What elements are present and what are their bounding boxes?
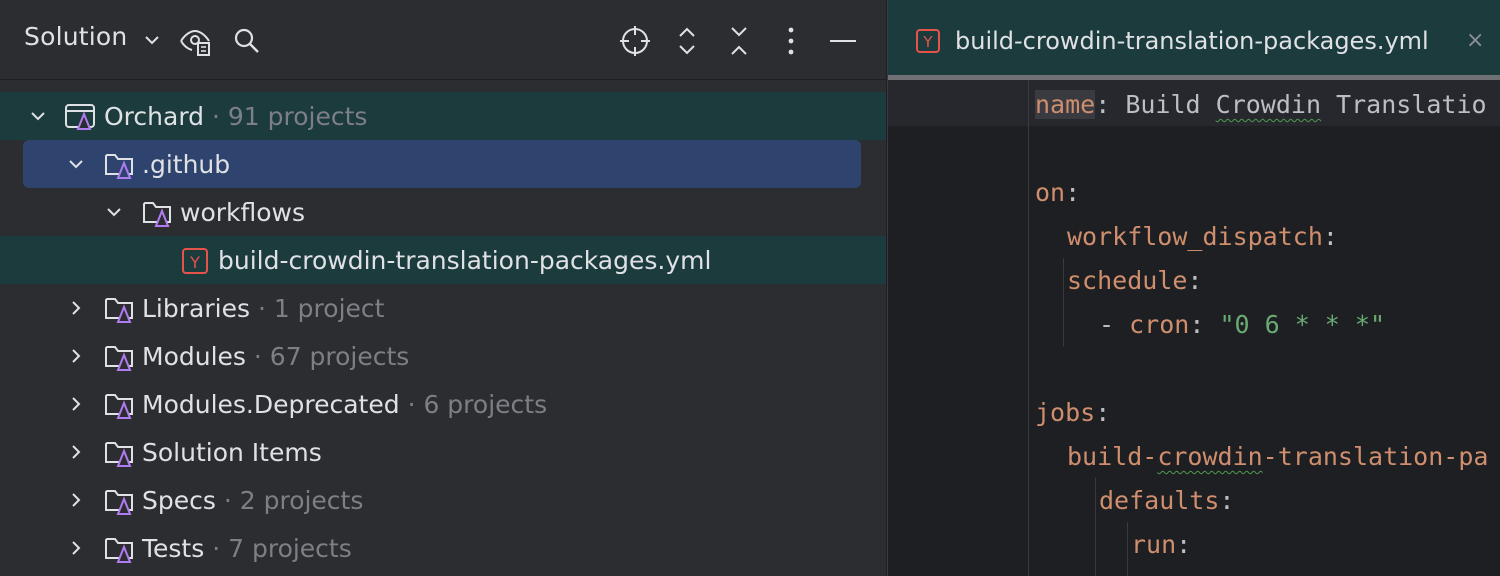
tree-item-solution-items[interactable]: Solution Items (0, 428, 886, 476)
chevron-right-icon[interactable] (66, 346, 86, 366)
code-line-11: run: (1131, 530, 1192, 559)
hide-panel-icon[interactable] (826, 24, 860, 58)
solution-icon (65, 104, 95, 130)
chevron-right-icon[interactable] (66, 298, 86, 318)
tree-item-orchard[interactable]: Orchard · 91 projects (0, 92, 886, 140)
editor-tab-bar: Y build-crowdin-translation-packages.yml… (888, 0, 1500, 80)
yaml-file-icon: Y (182, 248, 208, 274)
code-line-4: workflow_dispatch: (1067, 222, 1338, 251)
tree-item-github[interactable]: .github (0, 140, 886, 188)
editor-tab-label: build-crowdin-translation-packages.yml (955, 27, 1429, 55)
indent-guide (1063, 258, 1064, 346)
folder-icon (105, 298, 133, 323)
tree-item-tests[interactable]: Tests · 7 projects (0, 524, 886, 572)
tree-item-count: · 6 projects (407, 390, 548, 419)
chevron-down-icon[interactable] (142, 30, 162, 50)
tree-item-label: Specs (142, 486, 216, 515)
tree-item-count: · 67 projects (253, 342, 410, 371)
tree-item-count: · 91 projects (211, 102, 368, 131)
tree-item-count: · 7 projects (212, 534, 352, 563)
expand-all-icon[interactable] (670, 24, 704, 58)
chevron-right-icon[interactable] (66, 442, 86, 462)
tree-item-label: Libraries (142, 294, 250, 323)
svg-text:Y: Y (189, 253, 200, 272)
locate-icon[interactable] (618, 24, 652, 58)
chevron-down-icon[interactable] (104, 202, 124, 222)
folder-icon (105, 442, 133, 467)
collapse-all-icon[interactable] (722, 24, 756, 58)
tree-item-yml-file[interactable]: Y build-crowdin-translation-packages.yml (0, 236, 886, 284)
tree-item-label: Orchard (104, 102, 205, 131)
chevron-right-icon[interactable] (66, 538, 86, 558)
code-line-8: jobs: (1035, 398, 1111, 427)
view-options-icon[interactable] (178, 24, 212, 58)
editor-panel: Y build-crowdin-translation-packages.yml… (887, 0, 1500, 576)
tree-item-modules[interactable]: Modules · 67 projects (0, 332, 886, 380)
yaml-file-icon: Y (916, 29, 940, 53)
code-line-1: name: Build Crowdin Translatio (1035, 90, 1487, 119)
tree-item-label: workflows (180, 198, 306, 227)
folder-icon (105, 154, 133, 179)
tree-item-label: Modules.Deprecated (142, 390, 400, 419)
code-line-10: defaults: (1099, 486, 1235, 515)
solution-tree: Orchard · 91 projects .github workflows (0, 92, 886, 572)
folder-icon (143, 202, 171, 227)
svg-text:Y: Y (922, 33, 933, 51)
panel-title[interactable]: Solution (24, 22, 127, 51)
folder-icon (105, 394, 133, 419)
indent-guide (1095, 478, 1096, 576)
chevron-down-icon[interactable] (28, 106, 48, 126)
tree-item-label: Tests (142, 534, 205, 563)
chevron-right-icon[interactable] (66, 394, 86, 414)
chevron-right-icon[interactable] (66, 490, 86, 510)
tree-item-specs[interactable]: Specs · 2 projects (0, 476, 886, 524)
code-editor[interactable]: name: Build Crowdin Translatio on: workf… (888, 80, 1500, 576)
tree-item-modules-deprecated[interactable]: Modules.Deprecated · 6 projects (0, 380, 886, 428)
tree-item-label: .github (142, 150, 231, 179)
more-options-icon[interactable] (774, 24, 808, 58)
close-icon[interactable]: × (1466, 28, 1484, 53)
tree-item-workflows[interactable]: workflows (0, 188, 886, 236)
code-line-9: build-crowdin-translation-pa (1067, 442, 1489, 471)
folder-icon (105, 346, 133, 371)
tree-item-libraries[interactable]: Libraries · 1 project (0, 284, 886, 332)
folder-icon (105, 490, 133, 515)
tree-item-label: Solution Items (142, 438, 322, 467)
tree-item-count: · 2 projects (223, 486, 364, 515)
indent-guide (1127, 522, 1128, 576)
folder-icon (105, 538, 133, 563)
panel-header: Solution (0, 0, 886, 80)
code-line-6: - cron: "0 6 * * *" (1099, 310, 1386, 339)
tree-item-label: build-crowdin-translation-packages.yml (218, 246, 712, 275)
gutter-separator (1028, 80, 1029, 576)
solution-panel: Solution Orchard · 91 projects .github w… (0, 0, 886, 576)
tree-item-count: · 1 project (257, 294, 385, 323)
code-line-3: on: (1035, 178, 1081, 207)
tree-item-label: Modules (142, 342, 246, 371)
code-line-5: schedule: (1067, 266, 1203, 295)
search-icon[interactable] (230, 24, 264, 58)
chevron-down-icon[interactable] (66, 154, 86, 174)
